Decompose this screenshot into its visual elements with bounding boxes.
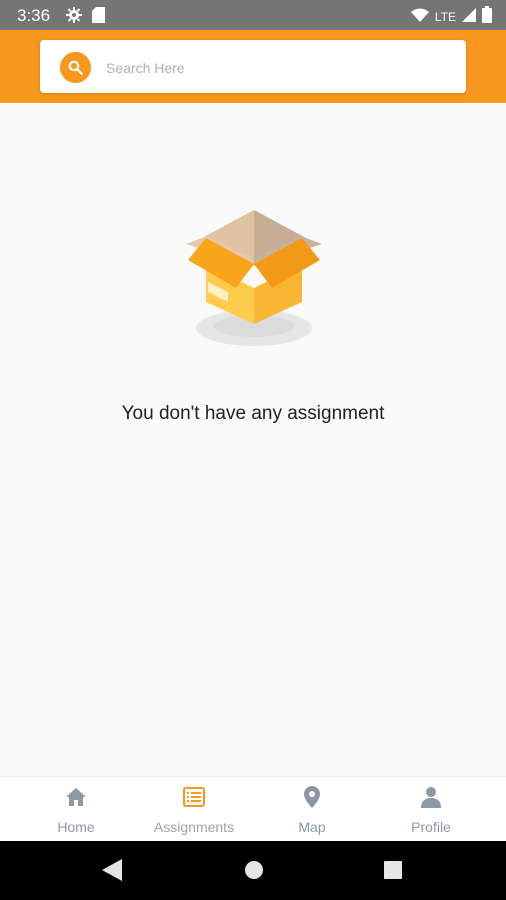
search-icon[interactable] xyxy=(60,52,91,83)
network-type: LTE xyxy=(434,10,456,24)
nav-item-assignments[interactable]: Assignments xyxy=(131,777,257,842)
back-icon[interactable] xyxy=(102,859,122,886)
battery-icon xyxy=(482,6,492,28)
map-pin-icon xyxy=(304,785,320,809)
person-icon xyxy=(421,785,441,809)
system-nav-bar xyxy=(0,841,506,900)
nav-item-map[interactable]: Map xyxy=(249,777,375,842)
header xyxy=(0,30,506,103)
status-bar: 3:36 LTE xyxy=(0,0,506,30)
search-input[interactable] xyxy=(104,40,448,95)
search-bar[interactable] xyxy=(40,40,466,95)
settings-icon xyxy=(66,7,82,28)
open-box-icon xyxy=(178,198,330,358)
nav-label-home: Home xyxy=(57,819,95,835)
home-circle-icon[interactable] xyxy=(244,859,264,886)
nav-label-profile: Profile xyxy=(411,819,451,835)
assignments-icon xyxy=(183,785,205,809)
signal-icon xyxy=(462,7,476,27)
nav-label-assignments: Assignments xyxy=(153,819,235,835)
status-time: 3:36 xyxy=(17,6,51,25)
nav-item-home[interactable]: Home xyxy=(13,777,139,842)
nav-label-map: Map xyxy=(298,819,326,835)
home-icon xyxy=(65,785,87,809)
empty-state-message: You don't have any assignment xyxy=(121,403,385,424)
nav-item-profile[interactable]: Profile xyxy=(368,777,494,842)
bottom-nav: Home Assignments Map Profile xyxy=(0,776,506,842)
sd-card-icon xyxy=(92,7,105,28)
wifi-icon xyxy=(410,8,429,27)
recents-icon[interactable] xyxy=(383,859,403,886)
